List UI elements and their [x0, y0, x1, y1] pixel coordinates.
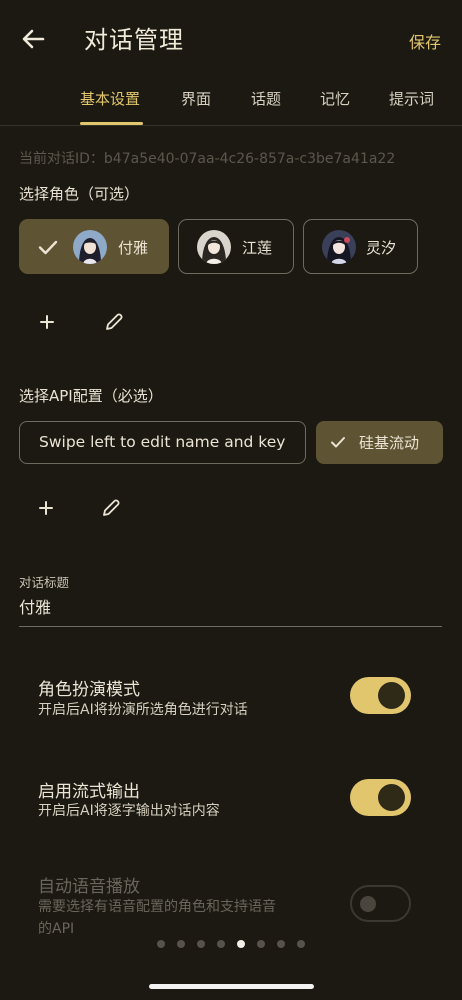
api-swipe-hint: Swipe left to edit name and key [39, 433, 286, 451]
api-config-chip-selected[interactable]: 硅基流动 [316, 421, 443, 464]
tab-prompts[interactable]: 提示词 [389, 88, 434, 109]
save-button[interactable]: 保存 [409, 29, 441, 53]
auto-voice-toggle[interactable] [350, 885, 411, 922]
role-chip-label: 灵汐 [366, 239, 397, 257]
tab-basic-settings[interactable]: 基本设置 [80, 88, 140, 109]
page-dot [177, 940, 185, 948]
edit-role-pencil-icon[interactable] [101, 309, 127, 335]
page-dot [197, 940, 205, 948]
setting-description: 需要选择有语音配置的角色和支持语音 [38, 899, 276, 915]
add-role-plus-icon[interactable] [34, 309, 60, 335]
conversation-id: 当前对话ID：b47a5e40-07aa-4c26-857a-c3be7a41a… [19, 151, 396, 167]
avatar [197, 230, 231, 264]
toggle-knob [378, 682, 405, 709]
page-dot [217, 940, 225, 948]
input-underline [19, 626, 442, 627]
setting-title: 角色扮演模式 [38, 680, 140, 700]
check-icon [331, 437, 345, 448]
tab-interface[interactable]: 界面 [181, 88, 211, 109]
api-section-label: 选择API配置（必选） [19, 387, 163, 405]
page-dot [297, 940, 305, 948]
role-chip-fuya[interactable]: 付雅 [19, 219, 169, 274]
setting-title: 自动语音播放 [38, 877, 140, 897]
roleplay-mode-toggle[interactable] [350, 677, 411, 714]
avatar [73, 230, 107, 264]
check-icon [38, 240, 58, 255]
active-tab-indicator [80, 122, 143, 125]
edit-api-pencil-icon[interactable] [98, 495, 124, 521]
role-chip-label: 付雅 [118, 239, 149, 257]
role-chip-jianglian[interactable]: 江莲 [178, 219, 294, 274]
conversation-settings-screen: 对话管理 保存 基本设置 界面 话题 记忆 提示词 当前对话ID：b47a5e4… [0, 0, 462, 1000]
setting-description: 开启后AI将扮演所选角色进行对话 [38, 702, 248, 718]
page-dot [257, 940, 265, 948]
tab-memory[interactable]: 记忆 [320, 88, 350, 109]
streaming-output-toggle[interactable] [350, 779, 411, 816]
page-dot [277, 940, 285, 948]
toggle-knob [378, 784, 405, 811]
tab-bar: 基本设置 界面 话题 记忆 提示词 [0, 78, 462, 126]
toggle-knob [360, 896, 376, 912]
page-dot-active [237, 940, 245, 948]
avatar [322, 230, 356, 264]
role-chip-lingxi[interactable]: 灵汐 [303, 219, 418, 274]
role-chip-label: 江莲 [242, 239, 273, 257]
setting-title: 启用流式输出 [38, 782, 140, 802]
setting-description-line2: 的API [38, 921, 75, 937]
conversation-title-label: 对话标题 [19, 575, 70, 590]
api-config-chip-label: 硅基流动 [359, 434, 420, 452]
page-dot [157, 940, 165, 948]
tab-topics[interactable]: 话题 [251, 88, 281, 109]
setting-description: 开启后AI将逐字输出对话内容 [38, 803, 220, 819]
page-title: 对话管理 [84, 26, 184, 54]
back-arrow-icon[interactable] [18, 24, 48, 54]
home-indicator[interactable] [149, 984, 314, 989]
role-section-label: 选择角色（可选） [19, 185, 140, 203]
add-api-plus-icon[interactable] [33, 495, 59, 521]
api-config-item[interactable]: Swipe left to edit name and key [19, 421, 306, 464]
conversation-title-input[interactable]: 付雅 [19, 594, 51, 618]
